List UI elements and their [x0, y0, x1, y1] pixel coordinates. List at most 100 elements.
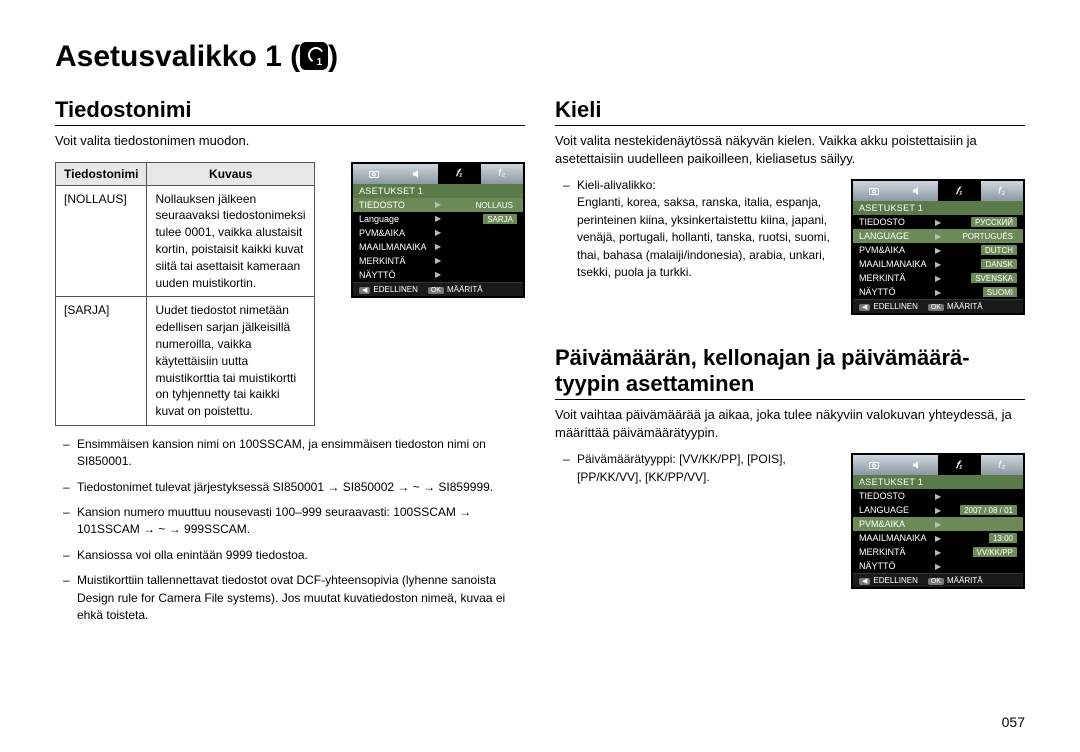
tiedostonimi-intro: Voit valita tiedostonimen muodon. [55, 132, 525, 150]
note-item: Tiedostonimet tulevat järjestyksessä SI8… [55, 479, 525, 496]
table-row: [NOLLAUS] Nollauksen jälkeen seuraavaksi… [56, 185, 315, 297]
lcd-value-box: SUOMI [983, 287, 1017, 297]
lcd-row-value: VV/KK/PP [947, 547, 1017, 557]
lcd-value-box: 2007 / 08 / 01 [960, 505, 1017, 515]
lcd-row-value: SUOMI [947, 287, 1017, 297]
chevron-right-icon: ▶ [935, 288, 941, 297]
cell-desc: Nollauksen jälkeen seuraavaksi tiedoston… [147, 185, 315, 297]
lcd-row: MAAILMANAIKA ▶ 13:00 [853, 531, 1023, 545]
lcd-row: NÄYTTÖ ▶ SUOMI [853, 285, 1023, 299]
lcd-row: NÄYTTÖ ▶ [353, 268, 523, 282]
chevron-right-icon: ▶ [935, 506, 941, 515]
lcd-value-box: VV/KK/PP [973, 547, 1017, 557]
camera-icon [353, 164, 396, 184]
lcd-row-label: PVM&AIKA [359, 228, 429, 238]
back-key-icon: ◀ [859, 304, 870, 311]
heading-kieli: Kieli [555, 97, 1025, 126]
chevron-right-icon: ▶ [435, 242, 441, 251]
tiedostonimi-notes: Ensimmäisen kansion nimi on 100SSCAM, ja… [55, 436, 525, 625]
lcd-row: NÄYTTÖ ▶ [853, 559, 1023, 573]
wrench-settings-1-icon [300, 42, 328, 70]
date-type-item: Päivämäärätyyppi: [VV/KK/PP], [POIS], [P… [555, 451, 1025, 486]
lcd-tabs: 𝑓₁ 𝑓₂ [353, 164, 523, 184]
lcd-row-label: TIEDOSTO [359, 200, 429, 210]
lcd-value-box: SARJA [483, 214, 517, 224]
lcd-row-label: MAAILMANAIKA [859, 533, 929, 543]
lcd-footer: ◀EDELLINEN OKMÄÄRITÄ [853, 299, 1023, 313]
heading-tiedostonimi: Tiedostonimi [55, 97, 525, 126]
cell-name: [NOLLAUS] [56, 185, 147, 297]
ok-key: OK [428, 287, 444, 294]
lcd-row-label: NÄYTTÖ [859, 287, 929, 297]
lcd-foot-left: EDELLINEN [873, 576, 917, 585]
lcd-rows: TIEDOSTO▶NOLLAUSLanguage▶SARJAPVM&AIKA▶M… [353, 198, 523, 282]
sound-icon [396, 164, 439, 184]
cell-desc: Uudet tiedostot nimetään edellisen sarja… [147, 297, 315, 426]
lcd-title: ASETUKSET 1 [353, 184, 523, 198]
kieli-sub-body: Englanti, korea, saksa, ranska, italia, … [577, 195, 830, 279]
lcd-footer: ◀EDELLINEN OKMÄÄRITÄ [353, 282, 523, 296]
lcd-foot-left: EDELLINEN [373, 285, 417, 294]
page-title-suffix: ) [328, 40, 338, 73]
kieli-sub-heading: Kieli-alivalikko: [577, 178, 656, 192]
lcd-foot-right: MÄÄRITÄ [447, 285, 483, 294]
lcd-row: PVM&AIKA▶ [853, 517, 1023, 531]
left-column: Tiedostonimi Voit valita tiedostonimen m… [55, 83, 525, 632]
lcd-row: Language▶SARJA [353, 212, 523, 226]
lcd-row-label: MERKINTÄ [359, 256, 429, 266]
lcd-tiedostonimi: 𝑓₁ 𝑓₂ ASETUKSET 1 TIEDOSTO▶NOLLAUSLangua… [351, 162, 525, 298]
chevron-right-icon: ▶ [935, 492, 941, 501]
lcd-row: MERKINTÄ▶VV/KK/PP [853, 545, 1023, 559]
chevron-right-icon: ▶ [435, 256, 441, 265]
lcd-row-label: NÄYTTÖ [859, 561, 929, 571]
lcd-value-box: NOLLAUS [472, 200, 517, 210]
note-item: Kansiossa voi olla enintään 9999 tiedost… [55, 547, 525, 564]
heading-date: Päivämäärän, kellonajan ja päivämäärä­ty… [555, 345, 1025, 400]
lcd-row: MERKINTÄ ▶ [353, 254, 523, 268]
note-item: Kansion numero muuttuu nousevasti 100–99… [55, 504, 525, 539]
chevron-right-icon: ▶ [435, 214, 441, 223]
date-type-label: Päivämäärätyyppi: [577, 452, 676, 466]
lcd-row-label: MAAILMANAIKA [359, 242, 429, 252]
lcd-row: PVM&AIKA ▶ [353, 226, 523, 240]
page-title-prefix: Asetusvalikko 1 ( [55, 40, 300, 73]
lcd-row-value: NOLLAUS [447, 200, 517, 210]
chevron-right-icon: ▶ [435, 270, 441, 279]
back-key-icon: ◀ [359, 287, 370, 294]
lcd-row-label: LANGUAGE [859, 505, 929, 515]
lcd-row-label: NÄYTTÖ [359, 270, 429, 280]
kieli-intro: Voit valita nestekidenäytössä näkyvän ki… [555, 132, 1025, 167]
page-number: 057 [1002, 714, 1025, 730]
lcd-value-box: 13:00 [989, 533, 1017, 543]
lcd-foot-left: EDELLINEN [873, 302, 917, 311]
date-intro: Voit vaihtaa päivämäärää ja aikaa, joka … [555, 406, 1025, 441]
chevron-right-icon: ▶ [435, 228, 441, 237]
th-desc: Kuvaus [147, 162, 315, 185]
right-column: Kieli Voit valita nestekidenäytössä näky… [555, 83, 1025, 632]
ok-key: OK [928, 304, 944, 311]
table-row: [SARJA] Uudet tiedostot nimetään edellis… [56, 297, 315, 426]
lcd-row-value: 2007 / 08 / 01 [947, 505, 1017, 515]
note-item: Muistikorttiin tallennettavat tiedostot … [55, 572, 525, 624]
lcd-rows: TIEDOSTO ▶ LANGUAGE ▶ 2007 / 08 / 01 PVM&AIKA… [853, 489, 1023, 573]
kieli-submenu: Kieli-alivalikko: Englanti, korea, saksa… [555, 177, 1025, 281]
chevron-right-icon: ▶ [435, 200, 441, 209]
back-key-icon: ◀ [859, 578, 870, 585]
lcd-row: TIEDOSTO ▶ NOLLAUS [353, 198, 523, 212]
lcd-row: LANGUAGE ▶ 2007 / 08 / 01 [853, 503, 1023, 517]
lcd-row-label: PVM&AIKA [859, 519, 929, 529]
lcd-row-label: TIEDOSTO [859, 491, 929, 501]
lcd-row-value: 13:00 [947, 533, 1017, 543]
chevron-right-icon: ▶ [935, 534, 941, 543]
settings2-tab: 𝑓₂ [481, 164, 524, 184]
lcd-row: TIEDOSTO ▶ [853, 489, 1023, 503]
lcd-row-value: SARJA [447, 214, 517, 224]
lcd-foot-right: MÄÄRITÄ [947, 302, 983, 311]
th-name: Tiedostonimi [56, 162, 147, 185]
lcd-footer: ◀EDELLINEN OKMÄÄRITÄ [853, 573, 1023, 587]
lcd-row-label: MERKINTÄ [859, 547, 929, 557]
chevron-right-icon: ▶ [935, 562, 941, 571]
page-title: Asetusvalikko 1 () [55, 40, 1025, 73]
lcd-row: MAAILMANAIKA ▶ [353, 240, 523, 254]
cell-name: [SARJA] [56, 297, 147, 426]
